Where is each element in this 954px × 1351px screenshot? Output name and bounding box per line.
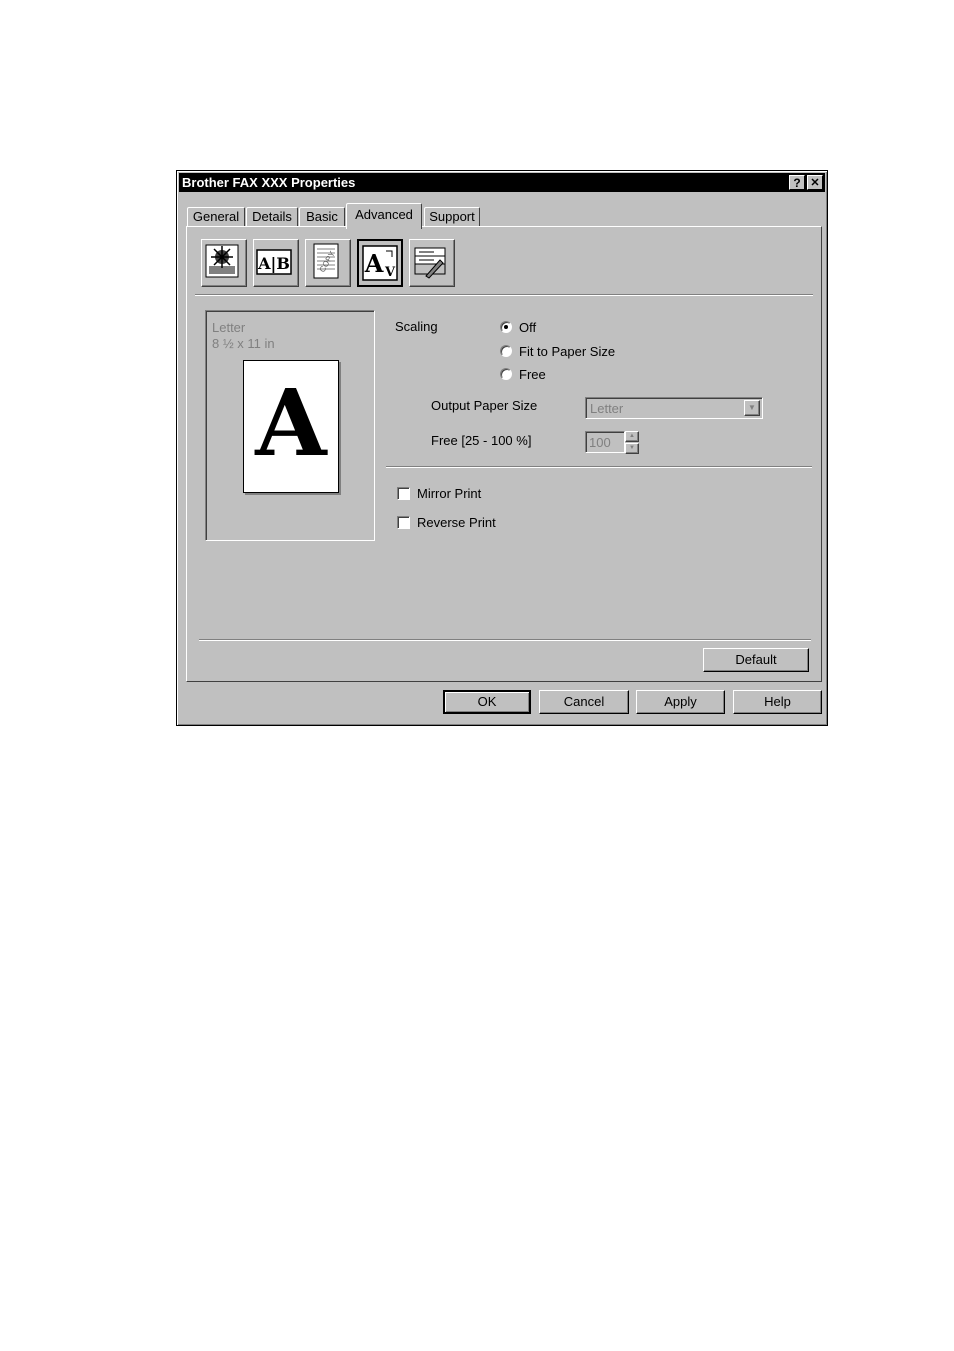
watermark-icon-button[interactable]: COPY [305, 239, 351, 287]
preview-page: A [243, 360, 339, 493]
advanced-panel: A|B COPY A V Letter 8 ½ x 11 in A Scalin… [186, 226, 822, 682]
title-bar: Brother FAX XXX Properties ? ✕ [179, 173, 825, 192]
scaling-label: Scaling [395, 319, 438, 334]
help-button[interactable]: Help [733, 690, 822, 714]
close-button[interactable]: ✕ [807, 175, 823, 190]
scaling-off-label[interactable]: Off [519, 320, 536, 335]
chevron-down-icon[interactable]: ▼ [744, 400, 760, 416]
footer-divider [199, 639, 811, 641]
watermark-icon: COPY [313, 243, 339, 279]
device-options-icon-button[interactable] [409, 239, 455, 287]
scaling-free-label[interactable]: Free [519, 367, 546, 382]
free-range-label: Free [25 - 100 %] [431, 433, 532, 448]
free-value-input[interactable]: 100 [585, 431, 625, 453]
spinner-up-icon[interactable]: ▲ [625, 431, 639, 442]
device-options-icon [414, 247, 446, 279]
ab-text: A|B [257, 254, 290, 273]
tab-general[interactable]: General [187, 207, 245, 227]
output-paper-size-label: Output Paper Size [431, 398, 538, 413]
scale-small-v: V [384, 265, 396, 280]
tab-basic[interactable]: Basic [299, 207, 345, 227]
preview-paper-name: Letter [212, 320, 246, 335]
preview-glyph: A [255, 369, 327, 477]
scaling-off-radio[interactable] [500, 321, 512, 333]
options-divider [386, 466, 812, 468]
ok-button[interactable]: OK [443, 690, 531, 714]
cancel-button[interactable]: Cancel [539, 690, 629, 714]
reverse-print-label[interactable]: Reverse Print [417, 515, 496, 530]
mirror-print-checkbox[interactable] [397, 487, 410, 500]
preview-paper-dims: 8 ½ x 11 in [212, 336, 275, 351]
free-value-spinner[interactable]: ▲ ▼ [625, 431, 639, 454]
output-paper-size-value: Letter [590, 401, 624, 416]
spinner-down-icon[interactable]: ▼ [625, 443, 639, 454]
window-title: Brother FAX XXX Properties [182, 175, 356, 190]
tab-advanced[interactable]: Advanced [346, 203, 422, 229]
scale-big-a: A [364, 249, 384, 278]
page-preview: Letter 8 ½ x 11 in A [205, 310, 375, 541]
help-title-button[interactable]: ? [789, 175, 805, 190]
scaling-free-radio[interactable] [500, 368, 512, 380]
printer-properties-dialog: Brother FAX XXX Properties ? ✕ General D… [176, 170, 828, 726]
mirror-print-label[interactable]: Mirror Print [417, 486, 481, 501]
scaling-fit-radio[interactable] [500, 345, 512, 357]
scaling-fit-label[interactable]: Fit to Paper Size [519, 344, 615, 359]
quality-icon [205, 244, 239, 278]
quality-icon-button[interactable] [201, 239, 247, 287]
multiple-page-icon: A|B [256, 249, 292, 275]
toolbar-divider [195, 294, 813, 296]
free-value: 100 [589, 435, 611, 450]
scaling-icon-button[interactable]: A V [357, 239, 403, 287]
apply-button[interactable]: Apply [636, 690, 725, 714]
default-button[interactable]: Default [703, 648, 809, 672]
output-paper-size-select[interactable]: Letter ▼ [585, 397, 763, 419]
reverse-print-checkbox[interactable] [397, 516, 410, 529]
multiple-page-icon-button[interactable]: A|B [253, 239, 299, 287]
tab-details[interactable]: Details [246, 207, 298, 227]
tab-support[interactable]: Support [424, 207, 480, 227]
scaling-icon: A V [362, 245, 398, 281]
